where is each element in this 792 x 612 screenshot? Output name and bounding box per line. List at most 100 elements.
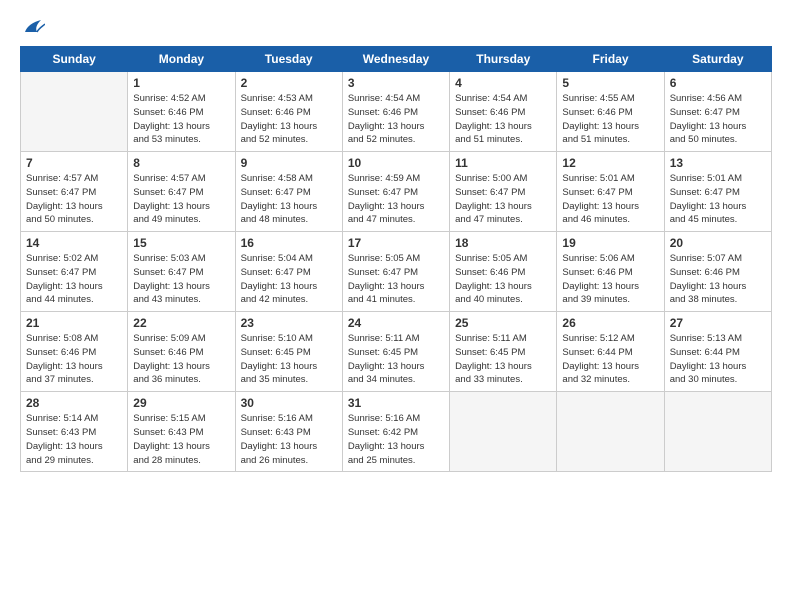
calendar-cell (450, 392, 557, 472)
day-number: 22 (133, 316, 229, 330)
calendar-cell: 9 Sunrise: 4:58 AM Sunset: 6:47 PM Daylig… (235, 152, 342, 232)
day-info: Sunrise: 5:09 AM Sunset: 6:46 PM Dayligh… (133, 332, 229, 387)
calendar-cell: 18Sunrise: 5:05 AM Sunset: 6:46 PM Dayli… (450, 232, 557, 312)
calendar-cell: 28 Sunrise: 5:14 AM Sunset: 6:43 PM Dayli… (21, 392, 128, 472)
calendar-cell: 2 Sunrise: 4:53 AM Sunset: 6:46 PM Daylig… (235, 72, 342, 152)
day-number: 30 (241, 396, 337, 410)
calendar-cell (664, 392, 771, 472)
day-info: Sunrise: 5:10 AM Sunset: 6:45 PM Dayligh… (241, 332, 337, 387)
day-info: Sunrise: 5:08 AM Sunset: 6:46 PM Dayligh… (26, 332, 122, 387)
header (20, 18, 772, 36)
calendar-cell: 16 Sunrise: 5:04 AM Sunset: 6:47 PM Dayli… (235, 232, 342, 312)
calendar-cell: 13 Sunrise: 5:01 AM Sunset: 6:47 PM Dayli… (664, 152, 771, 232)
day-info: Sunrise: 5:01 AM Sunset: 6:47 PM Dayligh… (562, 172, 658, 227)
calendar-cell: 8 Sunrise: 4:57 AM Sunset: 6:47 PM Daylig… (128, 152, 235, 232)
col-header-tuesday: Tuesday (235, 47, 342, 72)
day-number: 26 (562, 316, 658, 330)
day-info: Sunrise: 4:54 AM Sunset: 6:46 PM Dayligh… (348, 92, 444, 147)
calendar-cell: 31Sunrise: 5:16 AM Sunset: 6:42 PM Dayli… (342, 392, 449, 472)
calendar-cell: 6 Sunrise: 4:56 AM Sunset: 6:47 PM Daylig… (664, 72, 771, 152)
day-number: 7 (26, 156, 122, 170)
calendar-cell: 7Sunrise: 4:57 AM Sunset: 6:47 PM Daylig… (21, 152, 128, 232)
day-info: Sunrise: 4:59 AM Sunset: 6:47 PM Dayligh… (348, 172, 444, 227)
calendar-cell: 4 Sunrise: 4:54 AM Sunset: 6:46 PM Daylig… (450, 72, 557, 152)
day-info: Sunrise: 5:03 AM Sunset: 6:47 PM Dayligh… (133, 252, 229, 307)
day-number: 23 (241, 316, 337, 330)
day-info: Sunrise: 4:58 AM Sunset: 6:47 PM Dayligh… (241, 172, 337, 227)
day-number: 29 (133, 396, 229, 410)
day-info: Sunrise: 4:55 AM Sunset: 6:46 PM Dayligh… (562, 92, 658, 147)
calendar-cell: 29Sunrise: 5:15 AM Sunset: 6:43 PM Dayli… (128, 392, 235, 472)
calendar-cell: 20Sunrise: 5:07 AM Sunset: 6:46 PM Dayli… (664, 232, 771, 312)
col-header-sunday: Sunday (21, 47, 128, 72)
day-info: Sunrise: 5:13 AM Sunset: 6:44 PM Dayligh… (670, 332, 766, 387)
logo-bird-icon (23, 18, 45, 36)
day-info: Sunrise: 5:06 AM Sunset: 6:46 PM Dayligh… (562, 252, 658, 307)
day-number: 13 (670, 156, 766, 170)
col-header-monday: Monday (128, 47, 235, 72)
day-number: 14 (26, 236, 122, 250)
day-info: Sunrise: 5:16 AM Sunset: 6:42 PM Dayligh… (348, 412, 444, 467)
day-info: Sunrise: 4:56 AM Sunset: 6:47 PM Dayligh… (670, 92, 766, 147)
calendar-cell: 5 Sunrise: 4:55 AM Sunset: 6:46 PM Daylig… (557, 72, 664, 152)
week-row-2: 7 Sunrise: 4:57 AM Sunset: 6:47 PM Daylig… (21, 152, 772, 232)
col-header-saturday: Saturday (664, 47, 771, 72)
calendar-cell: 24 Sunrise: 5:11 AM Sunset: 6:45 PM Dayli… (342, 312, 449, 392)
day-info: Sunrise: 4:52 AM Sunset: 6:46 PM Dayligh… (133, 92, 229, 147)
day-number: 15 (133, 236, 229, 250)
calendar-cell: 23 Sunrise: 5:10 AM Sunset: 6:45 PM Dayli… (235, 312, 342, 392)
calendar-cell: 3Sunrise: 4:54 AM Sunset: 6:46 PM Daylig… (342, 72, 449, 152)
day-number: 18 (455, 236, 551, 250)
day-info: Sunrise: 4:53 AM Sunset: 6:46 PM Dayligh… (241, 92, 337, 147)
day-number: 6 (670, 76, 766, 90)
day-number: 4 (455, 76, 551, 90)
day-number: 16 (241, 236, 337, 250)
calendar-cell: 10 Sunrise: 4:59 AM Sunset: 6:47 PM Dayli… (342, 152, 449, 232)
day-info: Sunrise: 5:07 AM Sunset: 6:46 PM Dayligh… (670, 252, 766, 307)
day-number: 17 (348, 236, 444, 250)
week-row-3: 14 Sunrise: 5:02 AM Sunset: 6:47 PM Dayli… (21, 232, 772, 312)
day-info: Sunrise: 5:00 AM Sunset: 6:47 PM Dayligh… (455, 172, 551, 227)
calendar-cell: 17 Sunrise: 5:05 AM Sunset: 6:47 PM Dayli… (342, 232, 449, 312)
day-info: Sunrise: 5:12 AM Sunset: 6:44 PM Dayligh… (562, 332, 658, 387)
week-row-4: 21 Sunrise: 5:08 AM Sunset: 6:46 PM Dayli… (21, 312, 772, 392)
day-info: Sunrise: 5:11 AM Sunset: 6:45 PM Dayligh… (348, 332, 444, 387)
day-info: Sunrise: 5:04 AM Sunset: 6:47 PM Dayligh… (241, 252, 337, 307)
col-header-thursday: Thursday (450, 47, 557, 72)
day-number: 24 (348, 316, 444, 330)
day-info: Sunrise: 5:01 AM Sunset: 6:47 PM Dayligh… (670, 172, 766, 227)
calendar-cell: 22 Sunrise: 5:09 AM Sunset: 6:46 PM Dayli… (128, 312, 235, 392)
day-info: Sunrise: 4:57 AM Sunset: 6:47 PM Dayligh… (133, 172, 229, 227)
day-info: Sunrise: 5:05 AM Sunset: 6:47 PM Dayligh… (348, 252, 444, 307)
calendar-cell: 11Sunrise: 5:00 AM Sunset: 6:47 PM Dayli… (450, 152, 557, 232)
col-header-wednesday: Wednesday (342, 47, 449, 72)
calendar-table: SundayMondayTuesdayWednesdayThursdayFrid… (20, 46, 772, 472)
day-info: Sunrise: 4:54 AM Sunset: 6:46 PM Dayligh… (455, 92, 551, 147)
calendar-cell: 12Sunrise: 5:01 AM Sunset: 6:47 PM Dayli… (557, 152, 664, 232)
day-info: Sunrise: 5:14 AM Sunset: 6:43 PM Dayligh… (26, 412, 122, 467)
day-info: Sunrise: 5:02 AM Sunset: 6:47 PM Dayligh… (26, 252, 122, 307)
day-number: 5 (562, 76, 658, 90)
day-number: 19 (562, 236, 658, 250)
day-number: 8 (133, 156, 229, 170)
day-info: Sunrise: 5:11 AM Sunset: 6:45 PM Dayligh… (455, 332, 551, 387)
calendar-cell (557, 392, 664, 472)
day-number: 1 (133, 76, 229, 90)
day-number: 21 (26, 316, 122, 330)
calendar-cell: 15 Sunrise: 5:03 AM Sunset: 6:47 PM Dayli… (128, 232, 235, 312)
calendar-cell: 25 Sunrise: 5:11 AM Sunset: 6:45 PM Dayli… (450, 312, 557, 392)
day-number: 2 (241, 76, 337, 90)
page: SundayMondayTuesdayWednesdayThursdayFrid… (0, 0, 792, 612)
day-number: 27 (670, 316, 766, 330)
day-number: 28 (26, 396, 122, 410)
day-number: 25 (455, 316, 551, 330)
col-header-friday: Friday (557, 47, 664, 72)
calendar-cell (21, 72, 128, 152)
week-row-5: 28 Sunrise: 5:14 AM Sunset: 6:43 PM Dayli… (21, 392, 772, 472)
day-number: 9 (241, 156, 337, 170)
calendar-cell: 19 Sunrise: 5:06 AM Sunset: 6:46 PM Dayli… (557, 232, 664, 312)
calendar-cell: 30Sunrise: 5:16 AM Sunset: 6:43 PM Dayli… (235, 392, 342, 472)
calendar-cell: 14 Sunrise: 5:02 AM Sunset: 6:47 PM Dayli… (21, 232, 128, 312)
day-number: 10 (348, 156, 444, 170)
header-row: SundayMondayTuesdayWednesdayThursdayFrid… (21, 47, 772, 72)
